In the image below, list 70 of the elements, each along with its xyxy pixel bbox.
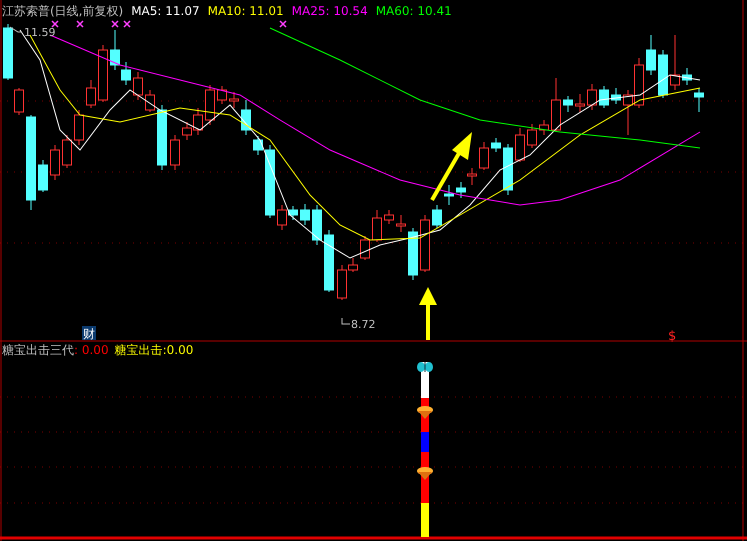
indicator-value: MA10: 11.01 — [208, 4, 284, 18]
candlestick — [623, 90, 633, 136]
butterfly-icon — [417, 362, 433, 372]
candlestick — [599, 86, 609, 108]
candlestick — [241, 100, 251, 136]
candlestick — [658, 50, 668, 98]
candlestick — [694, 88, 704, 112]
candlestick — [539, 120, 549, 136]
candlestick — [408, 228, 418, 280]
arrow-icon — [419, 287, 437, 340]
candlestick — [682, 68, 692, 86]
ingot-icon — [417, 467, 433, 480]
candlestick — [444, 184, 454, 206]
indicator-name: 糖宝出击: — [114, 343, 167, 357]
candlestick — [467, 168, 477, 186]
candlestick — [157, 104, 167, 170]
candlestick — [324, 230, 334, 292]
candlestick — [456, 182, 466, 198]
candlestick — [74, 110, 84, 146]
dividend-marker: $ — [668, 329, 676, 344]
candlestick — [38, 160, 48, 192]
candlestick — [384, 210, 394, 224]
candlestick — [217, 86, 227, 104]
candlestick — [14, 88, 24, 116]
candlestick — [62, 134, 72, 168]
candlestick — [50, 144, 60, 180]
chart-title: 江苏索普(日线,前复权) — [2, 4, 124, 18]
candlestick — [503, 144, 513, 196]
arrow-icon — [430, 132, 472, 201]
x-mark-icon — [123, 20, 131, 28]
candlestick — [611, 88, 621, 104]
candlestick — [563, 96, 573, 112]
candlestick — [551, 78, 561, 132]
candlestick — [3, 24, 13, 80]
candlestick — [145, 90, 155, 112]
candlestick — [360, 236, 370, 260]
candlestick — [432, 204, 442, 228]
candlestick — [670, 34, 680, 90]
indicator-name: 糖宝出击三代 — [2, 343, 74, 357]
candlestick — [396, 214, 406, 232]
finance-badge[interactable]: 财 — [82, 326, 96, 341]
candlestick — [133, 72, 143, 100]
ingot-icon — [417, 406, 433, 419]
candlestick — [372, 210, 382, 242]
x-mark-icon — [51, 20, 59, 28]
candlestick — [646, 34, 656, 76]
x-mark-icon — [76, 20, 84, 28]
candlestick — [587, 84, 597, 110]
indicator-value: : 0.00 — [74, 343, 109, 357]
candlestick — [634, 58, 644, 108]
candlestick — [515, 128, 525, 162]
candlestick — [229, 92, 239, 108]
candlestick — [98, 44, 108, 102]
candlestick — [86, 80, 96, 108]
indicator-value: 0.00 — [166, 343, 194, 357]
candlestick — [479, 142, 489, 170]
candlestick — [300, 204, 310, 226]
candlestick — [170, 134, 180, 170]
candlestick — [205, 84, 215, 126]
candlestick — [312, 204, 322, 246]
indicator-value: MA60: 10.41 — [376, 4, 452, 18]
candlestick — [253, 136, 263, 156]
candlestick — [527, 124, 537, 148]
x-mark-icon — [111, 20, 119, 28]
candlestick — [575, 94, 585, 112]
indicator-value: MA25: 10.54 — [292, 4, 368, 18]
indicator-value: MA5: 11.07 — [131, 4, 200, 18]
candlestick — [491, 138, 501, 152]
candlestick — [420, 214, 430, 272]
x-mark-icon — [279, 20, 287, 28]
